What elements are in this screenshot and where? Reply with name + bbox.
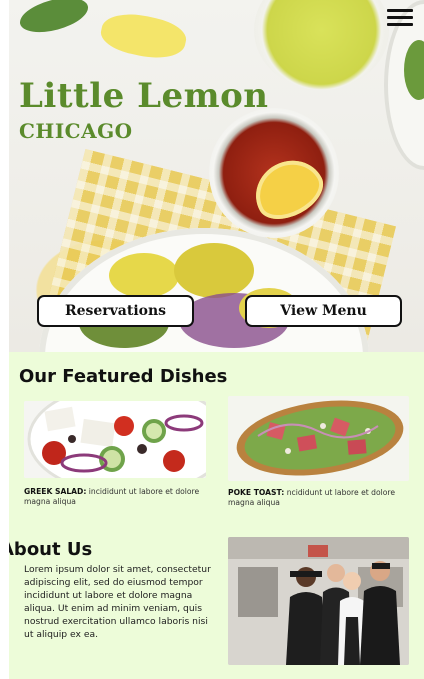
menu-icon-bar (387, 9, 413, 12)
hero-title: Little Lemon (19, 76, 269, 116)
poke-toast-caption: POKE TOAST: ncididunt ut labore et dolor… (228, 488, 408, 508)
poke-toast-photo (228, 396, 409, 481)
hero-photo-lemonade (254, 0, 389, 90)
hero-photo-tulip (97, 7, 190, 65)
greek-salad-caption: GREEK SALAD: incididunt ut labore et dol… (24, 487, 209, 507)
poke-toast-image (228, 396, 409, 481)
hero-subtitle: CHICAGO (19, 119, 133, 143)
reservations-button[interactable]: Reservations (37, 295, 194, 327)
page: Little Lemon CHICAGO Reservations View M… (9, 0, 424, 679)
menu-icon-bar (387, 16, 413, 19)
hero-section: Little Lemon CHICAGO Reservations View M… (9, 0, 424, 352)
about-heading: About Us (9, 539, 93, 560)
about-body: Lorem ipsum dolor sit amet, consectetur … (24, 564, 211, 640)
chef-team-photo (228, 537, 409, 665)
hero-photo-cauliflower (109, 253, 179, 298)
greek-salad-photo (24, 401, 206, 478)
dish-name: GREEK SALAD: (24, 487, 87, 496)
featured-heading: Our Featured Dishes (19, 366, 228, 387)
featured-section: Our Featured Dishes GREEK SALAD: incidid… (9, 352, 424, 679)
dish-name: POKE TOAST: (228, 488, 285, 497)
team-photo (228, 537, 409, 665)
hamburger-menu-icon[interactable] (387, 9, 413, 27)
menu-icon-bar (387, 23, 413, 26)
view-menu-button[interactable]: View Menu (245, 295, 402, 327)
greek-salad-image (24, 401, 206, 478)
hero-photo-cauliflower (174, 243, 254, 298)
hero-photo-leaf (16, 0, 92, 39)
